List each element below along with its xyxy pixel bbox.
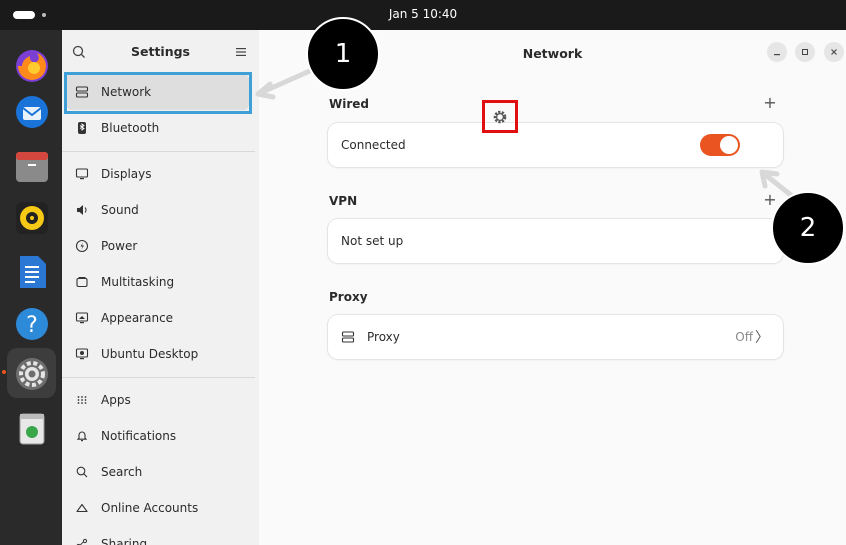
close-icon [831,49,837,55]
sidebar-item-label: Sharing [101,537,148,545]
appearance-icon [74,310,90,326]
network-highlight-box [64,72,252,114]
bell-icon [74,428,90,444]
sidebar-item-power[interactable]: Power [66,228,249,264]
sidebar-item-label: Sound [101,203,139,217]
search-icon [74,464,90,480]
vpn-card: Not set up [328,219,783,263]
wired-connection-card: Connected [328,123,783,167]
proxy-status: Off [735,330,753,344]
top-bar: Jan 5 10:40 [0,0,846,30]
sidebar-item-label: Search [101,465,143,479]
maximize-button[interactable] [795,42,815,62]
sidebar-item-label: Online Accounts [101,501,199,515]
wired-status: Connected [341,138,406,152]
settings-icon[interactable] [10,352,54,396]
sidebar-divider [62,377,255,378]
apps-grid-icon [74,392,90,408]
chevron-right-icon: 〉 [755,330,769,346]
add-vpn-button[interactable]: + [762,190,778,209]
thunderbird-icon[interactable] [10,90,54,134]
minimize-button[interactable] [767,42,787,62]
add-wired-button[interactable]: + [762,93,778,112]
sidebar-item-sharing[interactable]: Sharing [66,526,249,545]
trash-icon[interactable] [10,406,54,450]
sidebar-item-apps[interactable]: Apps [66,382,249,418]
ubuntu-desktop-icon [74,346,90,362]
sidebar-title: Settings [130,44,190,59]
wired-settings-button[interactable] [482,100,518,133]
speaker-icon [74,202,90,218]
sidebar-item-search[interactable]: Search [66,454,249,490]
wired-toggle[interactable] [700,134,740,156]
sidebar-item-label: Bluetooth [101,121,160,135]
sidebar-item-online-accounts[interactable]: Online Accounts [66,490,249,526]
network-icon [341,329,357,345]
gear-icon [493,110,507,123]
help-icon[interactable]: ? [10,302,54,346]
sidebar-item-label: Notifications [101,429,177,443]
sidebar-item-label: Ubuntu Desktop [101,347,199,361]
display-icon [74,166,90,182]
network-panel: Network Wired + Connected VPN + Not set … [259,30,846,545]
vpn-section-title: VPN [329,194,358,208]
hamburger-menu-icon[interactable] [233,44,249,60]
svg-text:?: ? [26,313,38,338]
toggle-knob [720,136,738,154]
bluetooth-icon [74,120,90,136]
dock: ? [0,30,62,545]
sidebar-item-label: Power [101,239,138,253]
files-icon[interactable] [10,144,54,188]
multitasking-icon [74,274,90,290]
firefox-icon[interactable] [10,44,54,88]
sidebar-item-label: Displays [101,167,152,181]
rhythmbox-icon[interactable] [10,196,54,240]
sidebar-item-ubuntu-desktop[interactable]: Ubuntu Desktop [66,336,249,372]
sidebar-item-label: Multitasking [101,275,175,289]
sidebar-item-sound[interactable]: Sound [66,192,249,228]
sidebar-item-multitasking[interactable]: Multitasking [66,264,249,300]
sidebar-item-notifications[interactable]: Notifications [66,418,249,454]
running-indicator [2,370,6,374]
clock[interactable]: Jan 5 10:40 [0,7,846,21]
cloud-icon [74,500,90,516]
wired-section-title: Wired [329,97,369,111]
sidebar-item-label: Apps [101,393,131,407]
power-icon [74,238,90,254]
sidebar-divider [62,151,255,152]
proxy-row[interactable]: Proxy Off 〉 [328,315,783,359]
minimize-icon [774,54,780,56]
sidebar-item-appearance[interactable]: Appearance [66,300,249,336]
sidebar-item-bluetooth[interactable]: Bluetooth [66,110,249,146]
sidebar-item-label: Appearance [101,311,174,325]
vpn-status: Not set up [341,234,404,248]
writer-icon[interactable] [10,250,54,294]
proxy-section-title: Proxy [329,290,368,304]
proxy-label: Proxy [367,330,400,344]
close-button[interactable] [824,42,844,62]
sidebar-header: Settings [62,30,259,74]
maximize-icon [802,49,808,55]
sidebar-item-displays[interactable]: Displays [66,156,249,192]
share-icon [74,536,90,545]
callout-2: 2 [771,191,845,265]
callout-1: 1 [306,17,380,91]
